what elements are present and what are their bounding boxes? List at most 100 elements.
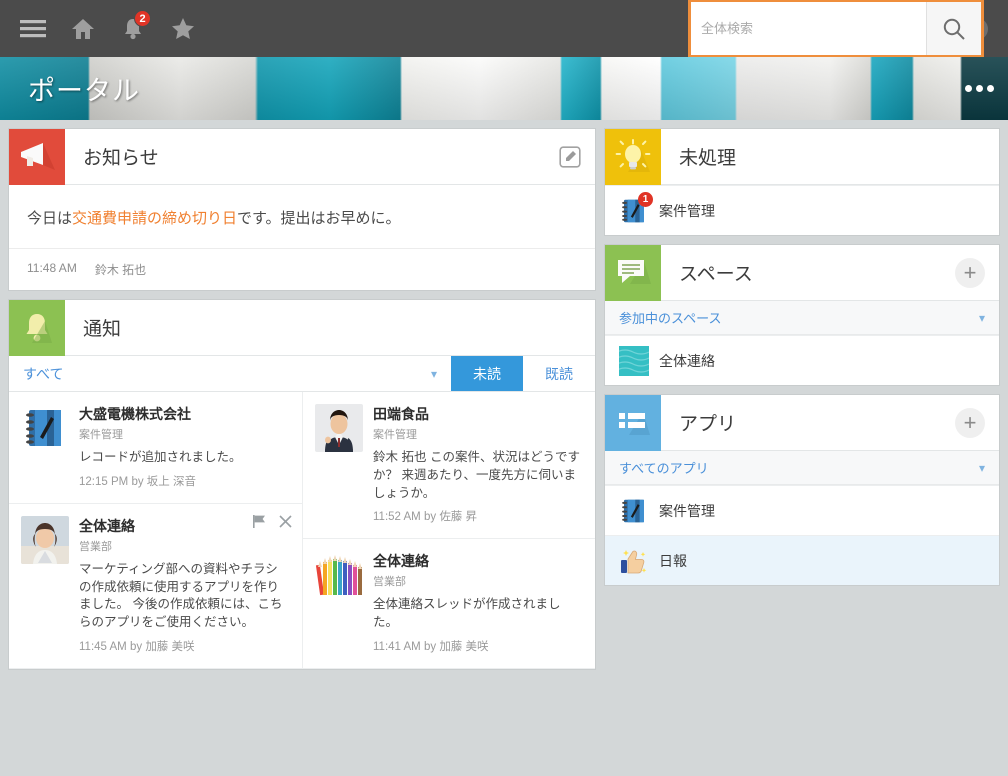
space-item-label: 全体連絡 [659, 352, 715, 369]
unprocessed-title: 未処理 [679, 148, 737, 169]
announcement-body: 今日は交通費申請の締め切り日です。提出はお早めに。 [9, 185, 595, 248]
flag-icon[interactable] [252, 514, 267, 533]
list-item-time: 12:15 PM [79, 475, 129, 488]
dot-2 [976, 85, 983, 92]
unprocessed-item-case-management[interactable]: 1 案件管理 [605, 185, 999, 235]
list-item-by: by [129, 640, 143, 653]
chat-icon [605, 244, 661, 301]
announcement-text-prefix: 今日は [27, 210, 73, 227]
page-title: ポータル [28, 76, 140, 106]
spaces-add-button[interactable]: + [955, 257, 985, 288]
announcement-author: 鈴木 拓也 [94, 263, 147, 277]
left-column: お知らせ 今日は交通費申請の締め切り日です。提出はお早めに。 11:48 AM … [8, 128, 596, 670]
list-item-text: 全体連絡 営業部 全体連絡スレッドが作成されました。 11:41 AM by 加… [373, 551, 583, 654]
home-icon[interactable] [60, 6, 106, 52]
list-item-app: 営業部 [373, 576, 406, 589]
list-item[interactable]: 全体連絡 営業部 全体連絡スレッドが作成されました。 11:41 AM by 加… [303, 539, 595, 669]
list-item[interactable]: 大盛電機株式会社 案件管理 レコードが追加されました。 12:15 PM by … [9, 392, 302, 504]
notebook-icon [619, 496, 649, 526]
notifications-filter-select[interactable]: すべて ▾ [9, 356, 451, 391]
notifications-column-right: 田端食品 案件管理 鈴木 拓也 この案件、状況はどうですか？ 来週あたり、一度先… [302, 392, 595, 669]
close-icon[interactable] [279, 515, 292, 532]
right-column: 未処理 1 案件管理 スペース + 参加中のスペース ▾ 全体連絡 アプリ + … [604, 128, 1000, 586]
list-item[interactable]: 田端食品 案件管理 鈴木 拓也 この案件、状況はどうですか？ 来週あたり、一度先… [303, 392, 595, 540]
announcement-text-suffix: です。提出はお早めに。 [237, 210, 401, 227]
list-item-meta: 11:41 AM by 加藤 美咲 [373, 638, 583, 654]
pencils-photo [315, 551, 363, 600]
apps-header: アプリ + [605, 394, 999, 451]
announcement-link[interactable]: 交通費申請の締め切り日 [72, 210, 237, 227]
list-item-by: by [131, 475, 144, 488]
lightbulb-icon [605, 128, 661, 185]
list-item-time: 11:41 AM [373, 640, 421, 653]
list-item-app: 案件管理 [79, 429, 123, 441]
apps-add-button[interactable]: + [955, 407, 985, 438]
app-item-daily-report[interactable]: 日報 [605, 535, 999, 585]
announcement-title: お知らせ [83, 148, 159, 169]
unprocessed-header: 未処理 [605, 128, 999, 185]
app-item-label: 案件管理 [659, 502, 715, 519]
apps-card: アプリ + すべてのアプリ ▾ 案件管理 日報 [604, 394, 1000, 586]
megaphone-icon [9, 128, 65, 185]
list-item-text: 全体連絡 営業部 マーケティング部への資料やチラシの作成依頼に使用するアプリを作… [79, 516, 290, 654]
list-item-title: 全体連絡 [373, 553, 429, 570]
unprocessed-card: 未処理 1 案件管理 [604, 128, 1000, 236]
search-button[interactable] [926, 2, 981, 55]
spaces-title: スペース [679, 264, 753, 285]
list-item-app: 案件管理 [373, 429, 417, 441]
edit-icon [559, 145, 581, 168]
avatar [21, 515, 69, 564]
plus-icon[interactable]: + [955, 257, 985, 288]
announcement-card: お知らせ 今日は交通費申請の締め切り日です。提出はお早めに。 11:48 AM … [8, 128, 596, 291]
chevron-down-icon: ▾ [978, 460, 985, 475]
app-item-case-management[interactable]: 案件管理 [605, 485, 999, 535]
banner-more-button[interactable] [965, 57, 994, 120]
global-search-box[interactable] [688, 0, 984, 58]
notebook-icon: 1 [619, 191, 653, 226]
list-item-text: 田端食品 案件管理 鈴木 拓也 この案件、状況はどうですか？ 来週あたり、一度先… [373, 404, 583, 524]
banner-sheen [0, 57, 1008, 120]
list-item-message: 鈴木 拓也 この案件、状況はどうですか？ 来週あたり、一度先方に伺いましょうか。 [373, 450, 580, 500]
search-input[interactable] [691, 2, 926, 55]
list-item-message: 全体連絡スレッドが作成されました。 [373, 597, 561, 629]
list-item-by: by [423, 511, 437, 524]
plus-icon[interactable]: + [955, 407, 985, 438]
applist-icon [605, 394, 661, 451]
list-item[interactable]: 全体連絡 営業部 マーケティング部への資料やチラシの作成依頼に使用するアプリを作… [9, 504, 302, 669]
spaces-card: スペース + 参加中のスペース ▾ 全体連絡 [604, 244, 1000, 386]
space-thumb-teal [616, 345, 650, 376]
notifications-column-left: 大盛電機株式会社 案件管理 レコードが追加されました。 12:15 PM by … [9, 392, 302, 669]
portal-content: お知らせ 今日は交通費申請の締め切り日です。提出はお早めに。 11:48 AM … [0, 120, 1008, 776]
tab-read[interactable]: 既読 [523, 356, 595, 391]
notifications-title: 通知 [83, 319, 122, 340]
chevron-down-icon: ▾ [978, 310, 985, 325]
apps-group-label: すべてのアプリ [619, 461, 709, 476]
spaces-group-toggle[interactable]: 参加中のスペース ▾ [605, 301, 999, 335]
notebook-icon [21, 404, 69, 452]
apps-title: アプリ [679, 414, 737, 435]
space-item-zentai-renraku[interactable]: 全体連絡 [605, 335, 999, 385]
top-header-left-icons: 2 [0, 6, 206, 52]
unprocessed-badge-count: 1 [638, 191, 653, 207]
notifications-header: 通知 [9, 299, 595, 356]
list-item-author: 坂上 深音 [146, 475, 196, 488]
star-icon[interactable] [160, 6, 206, 52]
list-item-time: 11:45 AM [79, 640, 127, 653]
notifications-filter-label: すべて [23, 365, 64, 382]
list-item-author: 加藤 美咲 [145, 640, 195, 653]
bell-icon[interactable]: 2 [110, 6, 156, 52]
dot-1 [965, 85, 972, 92]
menu-icon[interactable] [10, 6, 56, 52]
notifications-card: 通知 すべて ▾ 未読 既読 大盛電機株式会社 案件管理 レコードが追加されまし… [8, 299, 596, 670]
thumbsup-icon [619, 546, 649, 576]
apps-group-toggle[interactable]: すべてのアプリ ▾ [605, 451, 999, 485]
list-item-meta: 11:45 AM by 加藤 美咲 [79, 638, 290, 654]
announcement-footer: 11:48 AM 鈴木 拓也 [9, 248, 595, 290]
list-item-text: 大盛電機株式会社 案件管理 レコードが追加されました。 12:15 PM by … [79, 404, 290, 489]
unprocessed-item-label: 案件管理 [659, 202, 715, 219]
bell-badge-count: 2 [134, 9, 151, 27]
chevron-down-icon: ▾ [430, 366, 437, 381]
tab-unread[interactable]: 未読 [451, 356, 523, 391]
announcement-edit-button[interactable] [559, 145, 581, 168]
list-item-title: 大盛電機株式会社 [79, 406, 191, 422]
